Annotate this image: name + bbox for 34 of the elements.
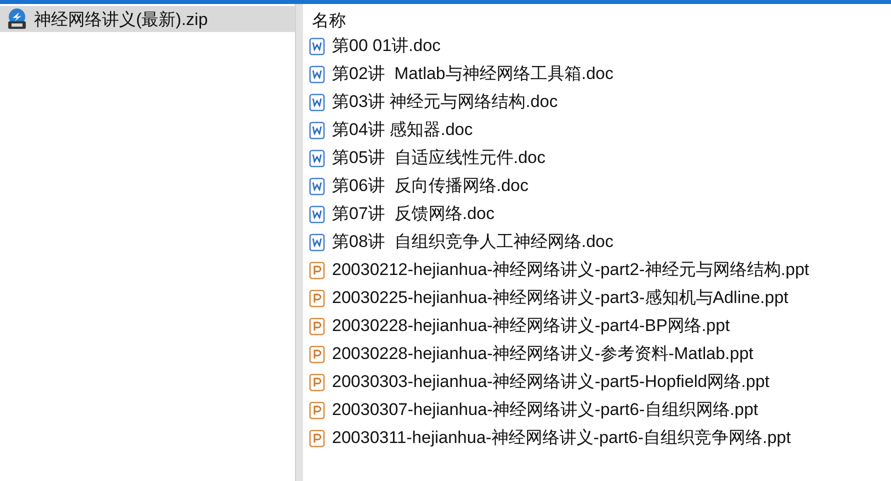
word-document-icon [309,92,325,112]
presentation-icon [309,344,325,364]
presentation-icon [309,400,325,420]
tree-item[interactable]: 神经网络讲义(最新).zip [0,6,295,32]
presentation-icon [309,372,325,392]
file-name[interactable]: 20030225-hejianhua-神经网络讲义-part3-感知机与Adline.ppt [332,287,788,309]
file-name[interactable]: 20030311-hejianhua-神经网络讲义-part6-自组织竞争网络.ppt [332,427,791,449]
file-name[interactable]: 第03讲 神经元与网络结构.doc [332,91,558,113]
file-name[interactable]: 20030212-hejianhua-神经网络讲义-part2-神经元与网络结构.ppt [332,259,810,281]
presentation-icon [309,288,325,308]
presentation-icon [309,428,325,448]
file-name[interactable]: 第07讲 反馈网络.doc [332,203,494,225]
pane-splitter[interactable] [295,4,303,481]
zip-archive-icon [6,8,28,30]
file-name[interactable]: 第02讲 Matlab与神经网络工具箱.doc [332,63,614,85]
word-document-icon [309,176,325,196]
file-name[interactable]: 20030307-hejianhua-神经网络讲义-part6-自组织网络.ppt [332,399,758,421]
word-document-icon [309,120,325,140]
file-name[interactable]: 20030303-hejianhua-神经网络讲义-part5-Hopfield网络.ppt [332,371,770,393]
presentation-icon [309,316,325,336]
file-name[interactable]: 20030228-hejianhua-神经网络讲义-part4-BP网络.ppt [332,315,730,337]
file-name[interactable]: 第00 01讲.doc [332,35,441,57]
file-name[interactable]: 第04讲 感知器.doc [332,119,473,141]
word-document-icon [309,148,325,168]
presentation-icon [309,260,325,280]
file-name[interactable]: 第05讲 自适应线性元件.doc [332,147,546,169]
word-document-icon [309,232,325,252]
file-name[interactable]: 20030228-hejianhua-神经网络讲义-参考资料-Matlab.ppt [332,343,754,365]
column-header[interactable]: 名称 [309,10,891,32]
file-name[interactable]: 第06讲 反向传播网络.doc [332,175,528,197]
file-name[interactable]: 第08讲 自组织竞争人工神经网络.doc [332,231,614,253]
word-document-icon [309,64,325,84]
word-document-icon [309,36,325,56]
word-document-icon [309,204,325,224]
